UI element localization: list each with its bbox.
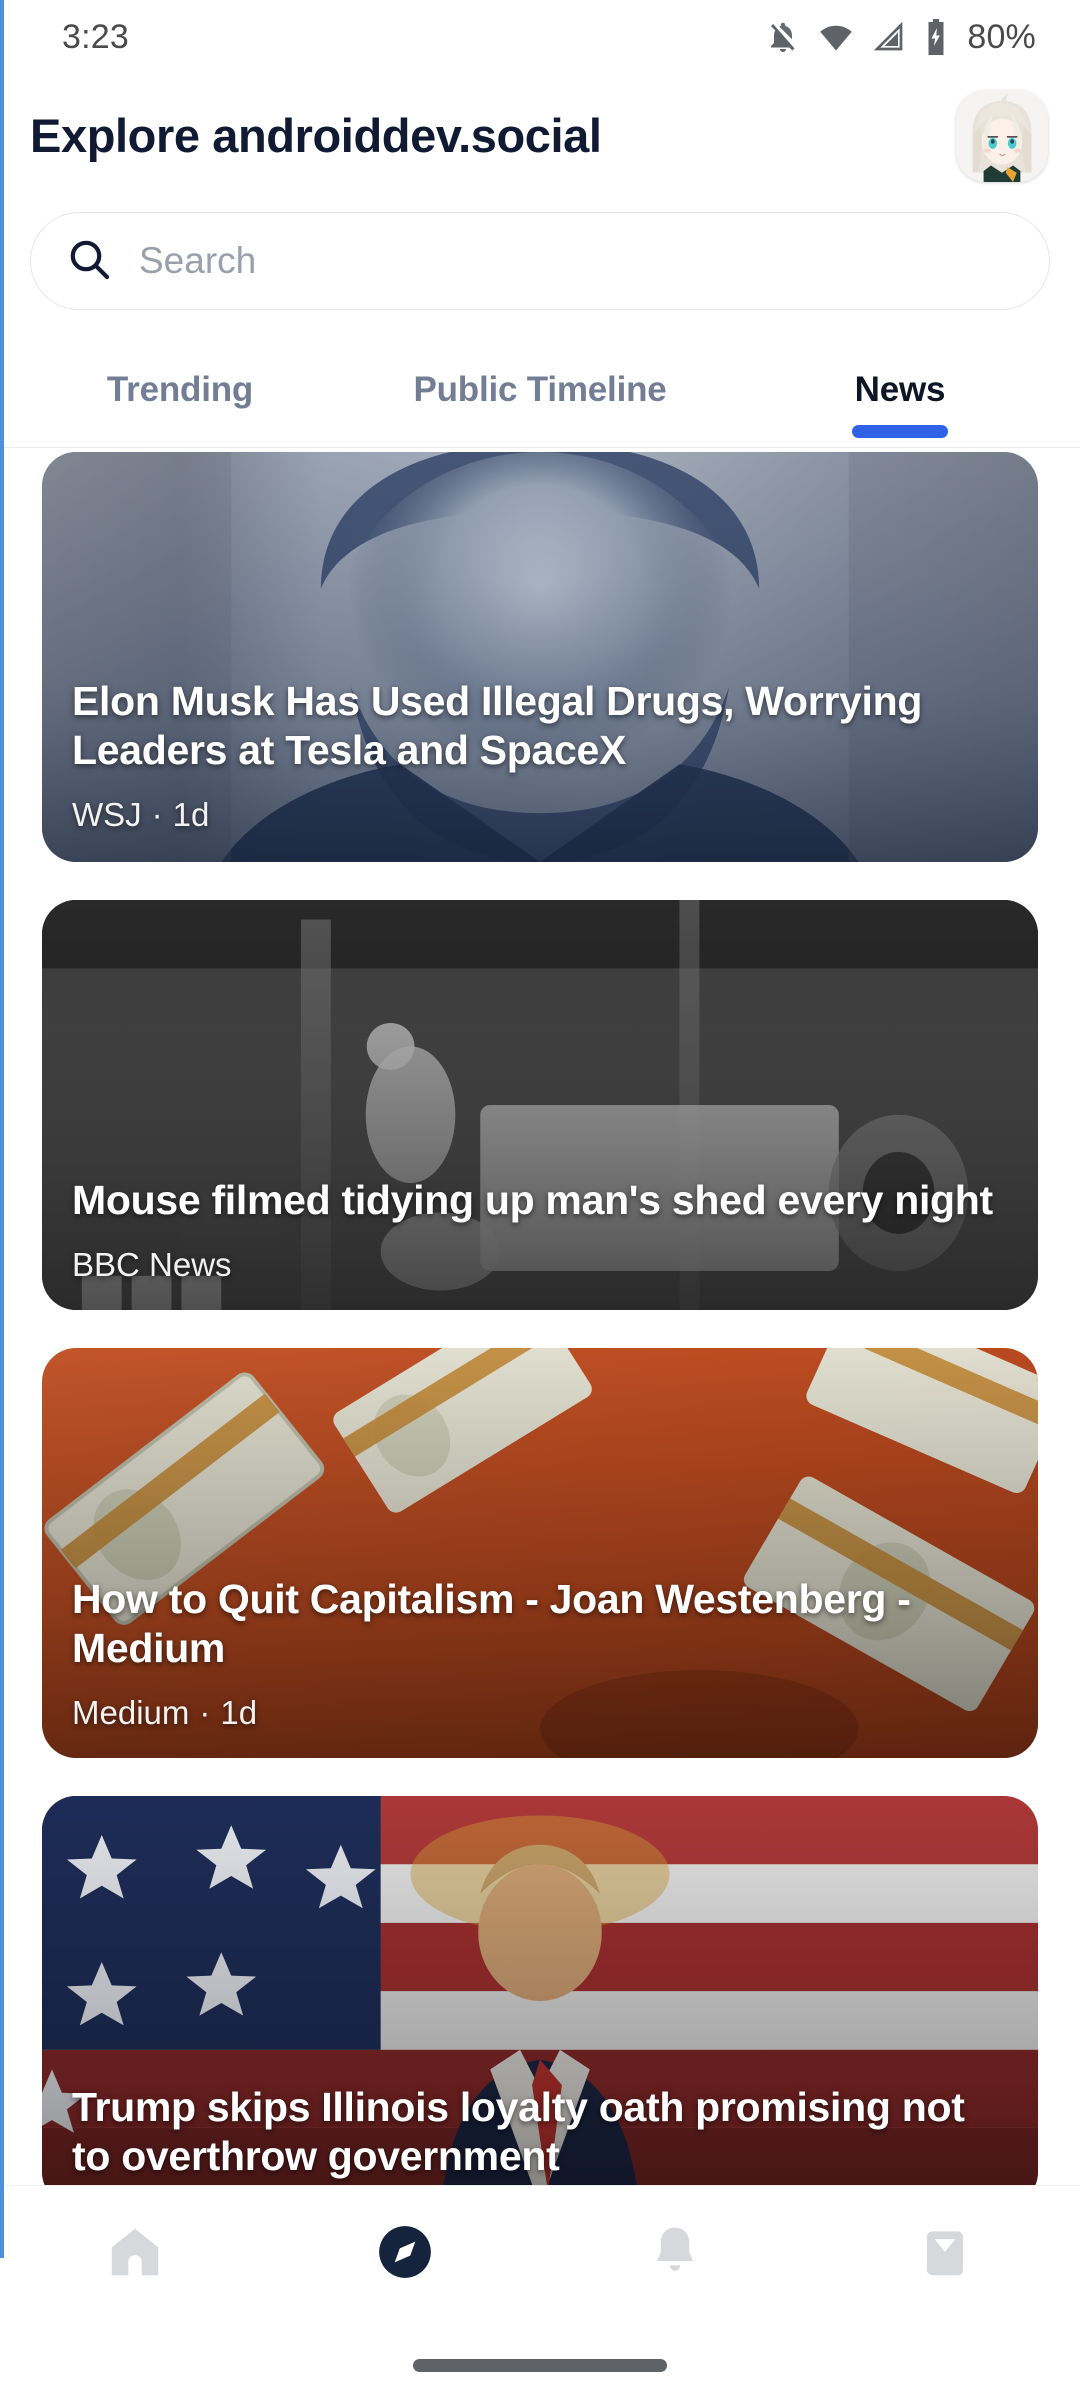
card-source: BBC News xyxy=(72,1246,1008,1284)
tab-label: News xyxy=(854,370,946,409)
tab-label: Trending xyxy=(106,370,254,409)
card-text: Trump skips Illinois loyalty oath promis… xyxy=(42,2083,1038,2180)
compass-icon xyxy=(374,2221,436,2283)
news-card[interactable]: Mouse filmed tidying up man's shed every… xyxy=(42,900,1038,1310)
tab-label: Public Timeline xyxy=(413,370,667,409)
tab-news[interactable]: News xyxy=(720,348,1080,448)
wifi-icon xyxy=(817,19,855,55)
bell-icon xyxy=(644,2221,706,2283)
battery-percent-label: 80% xyxy=(967,17,1036,56)
card-source: Medium · 1d xyxy=(72,1694,1008,1732)
cell-signal-icon xyxy=(871,19,907,55)
tab-indicator xyxy=(852,425,948,438)
card-text: Elon Musk Has Used Illegal Drugs, Worryi… xyxy=(42,677,1038,836)
card-source-name: WSJ xyxy=(72,796,142,833)
avatar[interactable] xyxy=(956,90,1048,182)
search-section: Search xyxy=(0,212,1080,322)
home-icon xyxy=(104,2221,166,2283)
app-screen: 3:23 80% Explore androiddev.social Searc… xyxy=(0,0,1080,2400)
notifications-off-icon xyxy=(765,19,801,55)
card-source-name: Medium xyxy=(72,1694,190,1731)
bottom-navigation-bar xyxy=(0,2185,1080,2400)
card-headline: Trump skips Illinois loyalty oath promis… xyxy=(72,2084,965,2179)
inbox-icon xyxy=(914,2221,976,2283)
tab-bar: Trending Public Timeline News xyxy=(0,348,1080,448)
card-source-separator: · xyxy=(151,796,163,833)
card-text: Mouse filmed tidying up man's shed every… xyxy=(42,1176,1038,1284)
bottom-nav-items xyxy=(0,2186,1080,2318)
app-header: Explore androiddev.social xyxy=(0,74,1080,198)
status-bar-icons: 80% xyxy=(765,18,1036,57)
tab-trending[interactable]: Trending xyxy=(0,348,360,448)
search-icon xyxy=(65,235,113,288)
nav-item-explore[interactable] xyxy=(270,2186,540,2318)
news-card[interactable]: Elon Musk Has Used Illegal Drugs, Worryi… xyxy=(42,452,1038,862)
nav-item-home[interactable] xyxy=(0,2186,270,2318)
avatar-image xyxy=(956,90,1048,182)
capture-edge-stripe xyxy=(0,0,4,2258)
search-placeholder: Search xyxy=(139,240,257,281)
card-headline: How to Quit Capitalism - Joan Westenberg… xyxy=(72,1576,911,1671)
page-title: Explore androiddev.social xyxy=(30,109,602,163)
status-bar: 3:23 80% xyxy=(0,0,1080,74)
news-feed[interactable]: Elon Musk Has Used Illegal Drugs, Worryi… xyxy=(0,452,1080,2185)
card-source-time: 1d xyxy=(172,796,210,833)
news-card[interactable]: How to Quit Capitalism - Joan Westenberg… xyxy=(42,1348,1038,1758)
card-headline: Elon Musk Has Used Illegal Drugs, Worryi… xyxy=(72,678,923,773)
card-headline: Mouse filmed tidying up man's shed every… xyxy=(72,1176,993,1223)
card-source-name: BBC News xyxy=(72,1246,232,1283)
nav-item-messages[interactable] xyxy=(810,2186,1080,2318)
gesture-home-indicator[interactable] xyxy=(413,2359,667,2372)
tab-public-timeline[interactable]: Public Timeline xyxy=(360,348,720,448)
status-bar-clock: 3:23 xyxy=(62,17,129,56)
card-source: WSJ · 1d xyxy=(72,796,1008,834)
card-text: How to Quit Capitalism - Joan Westenberg… xyxy=(42,1575,1038,1732)
card-source-separator: · xyxy=(199,1694,211,1731)
news-card[interactable]: Trump skips Illinois loyalty oath promis… xyxy=(42,1796,1038,2185)
battery-charging-icon xyxy=(923,19,949,55)
search-input[interactable]: Search xyxy=(30,212,1050,310)
nav-item-notifications[interactable] xyxy=(540,2186,810,2318)
card-source-time: 1d xyxy=(220,1694,258,1731)
